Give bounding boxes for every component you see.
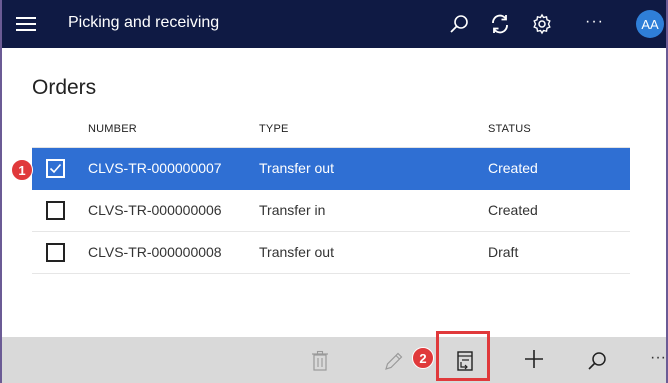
row-checkbox[interactable] [46, 159, 65, 178]
cell-type: Transfer out [259, 244, 334, 260]
hamburger-menu-icon[interactable] [16, 17, 36, 31]
table-row[interactable]: CLVS-TR-000000006 Transfer in Created [32, 190, 630, 232]
cell-type: Transfer out [259, 160, 334, 176]
column-header-type[interactable]: TYPE [259, 123, 289, 135]
app-window: Picking and receiving ··· AA Orders NUMB… [0, 0, 668, 383]
highlight-box [436, 331, 490, 381]
top-bar: Picking and receiving ··· AA [2, 0, 666, 48]
cell-status: Created [488, 160, 538, 176]
cell-type: Transfer in [259, 202, 326, 218]
cell-number: CLVS-TR-000000007 [88, 160, 222, 176]
gear-icon[interactable] [530, 12, 554, 36]
table-header: NUMBER TYPE STATUS [32, 116, 630, 148]
column-header-number[interactable]: NUMBER [88, 123, 137, 135]
checkmark-icon [49, 163, 62, 174]
avatar[interactable]: AA [636, 10, 664, 38]
add-icon[interactable] [522, 347, 546, 371]
bottom-app-bar: ··· [2, 337, 666, 383]
search-icon[interactable] [586, 349, 610, 373]
cell-status: Draft [488, 244, 519, 260]
app-title: Picking and receiving [68, 14, 220, 31]
step-badge-2: 2 [412, 347, 434, 369]
more-icon[interactable]: ··· [585, 13, 609, 37]
row-checkbox[interactable] [46, 243, 65, 262]
refresh-icon[interactable] [488, 12, 512, 36]
cell-number: CLVS-TR-000000006 [88, 202, 222, 218]
page-title: Orders [32, 76, 97, 99]
edit-icon[interactable] [382, 349, 406, 373]
table-row[interactable]: CLVS-TR-000000008 Transfer out Draft [32, 232, 630, 274]
table-row[interactable]: CLVS-TR-000000007 Transfer out Created [32, 148, 630, 190]
cell-number: CLVS-TR-000000008 [88, 244, 222, 260]
row-checkbox[interactable] [46, 201, 65, 220]
step-badge-1: 1 [11, 159, 33, 181]
column-header-status[interactable]: STATUS [488, 123, 531, 135]
more-icon[interactable]: ··· [650, 349, 668, 373]
cell-status: Created [488, 202, 538, 218]
orders-table: NUMBER TYPE STATUS CLVS-TR-000000007 Tra… [32, 116, 630, 274]
delete-icon[interactable] [308, 349, 332, 373]
search-icon[interactable] [448, 12, 472, 36]
